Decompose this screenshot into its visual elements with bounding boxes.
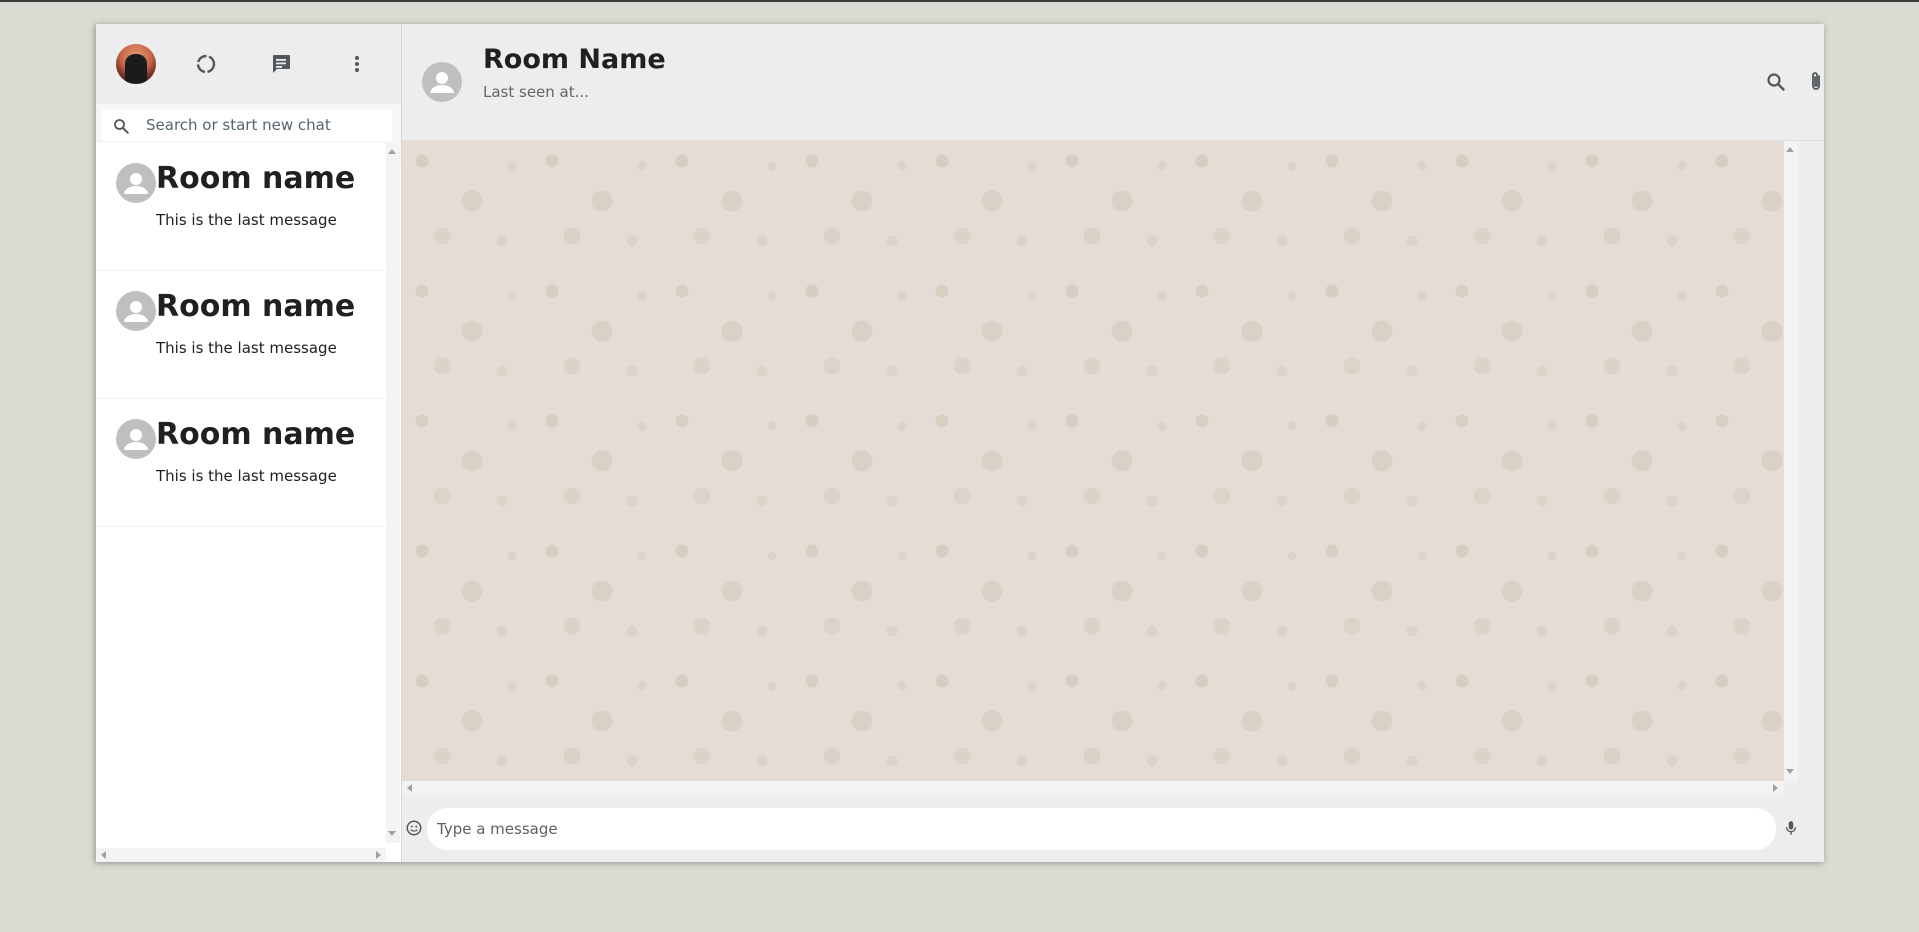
new-chat-icon[interactable] — [269, 52, 293, 76]
message-input[interactable] — [427, 808, 1776, 850]
scroll-up-arrow-icon[interactable] — [388, 149, 396, 154]
scroll-up-arrow-icon[interactable] — [1786, 147, 1794, 152]
chat-list-scrollbar-horizontal[interactable] — [96, 848, 386, 862]
mic-icon[interactable] — [1782, 819, 1800, 837]
chat-title: Room name — [156, 289, 356, 324]
app-window: Room name This is the last message Room … — [96, 24, 1824, 862]
avatar-silhouette — [125, 54, 147, 84]
chat-list-item[interactable]: Room name This is the last message — [96, 271, 386, 399]
last-seen: Last seen at... — [483, 83, 589, 101]
chat-list-scrollbar-vertical[interactable] — [386, 143, 400, 843]
emoji-icon[interactable] — [405, 819, 423, 837]
status-icon[interactable] — [194, 52, 218, 76]
chat-title: Room name — [156, 161, 356, 196]
person-avatar-icon — [116, 163, 156, 203]
chat-title: Room name — [156, 417, 356, 452]
chat-last-message: This is the last message — [156, 339, 337, 357]
scroll-left-arrow-icon[interactable] — [101, 851, 106, 859]
chat-scrollbar-vertical[interactable] — [1784, 141, 1798, 781]
user-avatar[interactable] — [116, 44, 156, 84]
search-box — [102, 109, 392, 141]
scroll-right-arrow-icon[interactable] — [1773, 784, 1778, 792]
chat-panel: Room Name Last seen at... — [402, 24, 1824, 862]
scroll-down-arrow-icon[interactable] — [388, 831, 396, 836]
chat-last-message: This is the last message — [156, 211, 337, 229]
chat-list-item[interactable]: Room name This is the last message — [96, 143, 386, 271]
sidebar-header — [96, 24, 401, 104]
more-vert-icon[interactable] — [345, 52, 369, 76]
chat-header: Room Name Last seen at... — [402, 24, 1824, 141]
person-avatar-icon[interactable] — [422, 62, 462, 102]
chat-list-item[interactable]: Room name This is the last message — [96, 399, 386, 527]
message-footer — [402, 800, 1824, 862]
chat-scrollbar-horizontal[interactable] — [402, 781, 1784, 795]
chat-background — [402, 141, 1784, 781]
search-icon[interactable] — [1764, 70, 1788, 94]
chat-list: Room name This is the last message Room … — [96, 143, 386, 843]
scroll-right-arrow-icon[interactable] — [376, 851, 381, 859]
chat-last-message: This is the last message — [156, 467, 337, 485]
search-input[interactable] — [146, 113, 382, 137]
room-name: Room Name — [483, 44, 666, 75]
scroll-down-arrow-icon[interactable] — [1786, 769, 1794, 774]
search-icon — [114, 119, 129, 134]
sidebar: Room name This is the last message Room … — [96, 24, 402, 862]
window-top-border — [0, 0, 1919, 2]
scroll-left-arrow-icon[interactable] — [407, 784, 412, 792]
person-avatar-icon — [116, 419, 156, 459]
person-avatar-icon — [116, 291, 156, 331]
attach-icon[interactable] — [1804, 70, 1824, 94]
